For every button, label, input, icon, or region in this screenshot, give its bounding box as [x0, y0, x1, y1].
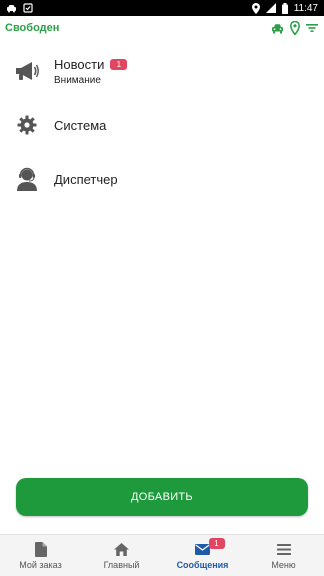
mail-icon [195, 541, 210, 557]
nav-item-main[interactable]: Главный [81, 535, 162, 576]
document-icon [34, 541, 47, 557]
signal-icon [265, 3, 276, 13]
nav-label: Мой заказ [19, 560, 62, 570]
list-item-subtitle: Внимание [54, 74, 101, 86]
bottom-navigation: Мой заказ Главный 1 Сообщения Меню [0, 534, 324, 576]
battery-icon [281, 2, 288, 14]
nav-label: Главный [103, 560, 140, 570]
add-button[interactable]: ДОБАВИТЬ [16, 478, 308, 516]
nav-item-messages[interactable]: 1 Сообщения [162, 535, 243, 576]
map-pin-icon[interactable] [290, 21, 300, 35]
system-status-bar: 11:47 [0, 0, 324, 16]
driver-status[interactable]: Свободен [5, 22, 59, 34]
gear-icon [14, 112, 40, 138]
list-item-system[interactable]: Система [0, 98, 324, 152]
list-item-title: Система [54, 117, 107, 133]
taxi-icon[interactable] [271, 23, 284, 34]
nav-item-menu[interactable]: Меню [243, 535, 324, 576]
list-item-title: Новости [54, 56, 105, 72]
car-small-icon [6, 4, 17, 13]
messages-badge: 1 [208, 538, 225, 549]
list-item-dispatcher[interactable]: Диспетчер [0, 152, 324, 206]
operator-icon [14, 166, 40, 192]
list-item-title: Диспетчер [54, 171, 118, 187]
app-header: Свободен [0, 16, 324, 40]
unread-badge: 1 [110, 58, 128, 70]
list-item-news[interactable]: Новости 1 Внимание [0, 44, 324, 98]
nav-label: Сообщения [176, 560, 229, 570]
megaphone-icon [14, 58, 40, 84]
notification-icon [23, 3, 33, 13]
location-icon [251, 2, 260, 14]
screen: 11:47 Свободен Новости 1 Внимание Систем… [0, 0, 324, 576]
clock-time: 11:47 [293, 2, 318, 14]
menu-icon [276, 541, 291, 557]
home-icon [114, 541, 129, 557]
nav-item-my-order[interactable]: Мой заказ [0, 535, 81, 576]
filter-icon[interactable] [306, 23, 318, 33]
nav-label: Меню [271, 560, 296, 570]
message-category-list: Новости 1 Внимание Система Диспетчер [0, 44, 324, 206]
